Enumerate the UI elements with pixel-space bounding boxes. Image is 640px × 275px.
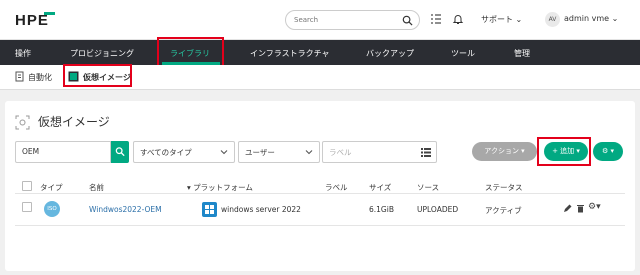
delete-icon[interactable] [576, 204, 585, 213]
windows-icon [202, 202, 217, 217]
nav-item-tools[interactable]: ツール [451, 48, 475, 59]
type-filter-select[interactable]: すべてのタイプ [133, 141, 235, 163]
column-header-status[interactable]: ステータス [485, 182, 523, 193]
chevron-down-icon [220, 150, 228, 155]
column-header-source[interactable]: ソース [417, 182, 439, 193]
label-filter-placeholder: ラベル [329, 148, 352, 157]
select-all-checkbox[interactable] [22, 181, 32, 191]
chevron-down-icon [305, 150, 313, 155]
bell-icon[interactable] [452, 13, 464, 25]
user-filter-select[interactable]: ユーザー [238, 141, 320, 163]
nav-item-provisioning[interactable]: プロビジョニング [70, 48, 134, 59]
user-filter-value: ユーザー [245, 148, 275, 157]
column-header-name[interactable]: 名前 [89, 182, 104, 193]
gear-icon: ⚙ [601, 147, 609, 155]
row-checkbox[interactable] [22, 202, 32, 212]
support-menu[interactable]: サポート ⌄ [481, 14, 522, 25]
edit-icon[interactable] [563, 204, 572, 213]
global-search-input[interactable] [294, 14, 394, 26]
image-name-link[interactable]: Windwos2022-OEM [89, 205, 162, 214]
global-search[interactable] [285, 10, 420, 30]
actions-label: アクション [484, 147, 519, 155]
user-menu[interactable]: admin vme ⌄ [564, 14, 618, 23]
search-icon [115, 147, 125, 157]
platform-value: windows server 2022 [221, 205, 301, 214]
column-header-type[interactable]: タイプ [40, 182, 63, 193]
table-header-divider [15, 193, 625, 194]
page-title: 仮想イメージ [38, 115, 110, 129]
column-header-platform[interactable]: ▾ プラットフォーム [187, 182, 253, 193]
column-header-label[interactable]: ラベル [325, 182, 348, 193]
search-button[interactable] [111, 141, 129, 163]
chevron-down-icon: ⌄ [611, 14, 619, 23]
label-filter-input[interactable]: ラベル [322, 141, 437, 163]
search-field[interactable]: OEM [15, 141, 111, 163]
size-value: 6.1GiB [369, 205, 394, 214]
nav-item-infrastructure[interactable]: インフラストラクチャ [250, 48, 330, 59]
actions-button[interactable]: アクション ▾ [472, 142, 537, 161]
virtual-image-page-icon [15, 115, 30, 130]
highlight-box-virtual-images [63, 64, 132, 87]
iso-type-badge: ISO [44, 201, 60, 217]
type-filter-value: すべてのタイプ [140, 148, 192, 157]
source-value: UPLOADED [417, 205, 459, 214]
sort-desc-icon: ▾ [187, 183, 191, 192]
column-header-size[interactable]: サイズ [369, 182, 391, 193]
status-value: アクティブ [485, 206, 522, 215]
chevron-down-icon: ▾ [596, 202, 601, 212]
nav-item-backup[interactable]: バックアップ [366, 48, 414, 59]
automation-icon [15, 71, 24, 82]
logo-accent-bar [44, 12, 55, 15]
nav-item-admin[interactable]: 管理 [514, 48, 530, 59]
user-name: admin vme [564, 14, 610, 23]
row-settings-menu[interactable]: ⚙▾ [588, 202, 601, 212]
gear-icon: ⚙ [588, 202, 597, 212]
task-list-icon[interactable] [430, 13, 442, 25]
search-icon[interactable] [402, 15, 413, 26]
avatar[interactable]: AV [545, 12, 560, 27]
main-nav: 操作 プロビジョニング ライブラリ インフラストラクチャ バックアップ ツール … [0, 40, 640, 65]
settings-button[interactable]: ⚙ ▾ [593, 142, 623, 161]
top-header: HPE サポート ⌄ AV admin vme ⌄ [0, 0, 640, 40]
list-view-icon[interactable] [421, 148, 431, 157]
nav-item-operations[interactable]: 操作 [15, 48, 31, 59]
highlight-box-add [537, 137, 591, 166]
support-label: サポート [481, 15, 513, 24]
column-header-platform-label: プラットフォーム [193, 183, 253, 192]
chevron-down-icon: ⌄ [515, 15, 523, 24]
virtual-images-panel: 仮想イメージ OEM すべてのタイプ ユーザー ラベル アクション ▾ + 追加… [5, 101, 635, 271]
search-field-value: OEM [22, 147, 40, 156]
subnav-item-automation[interactable]: 自動化 [28, 72, 52, 83]
table-row-divider [15, 225, 625, 226]
